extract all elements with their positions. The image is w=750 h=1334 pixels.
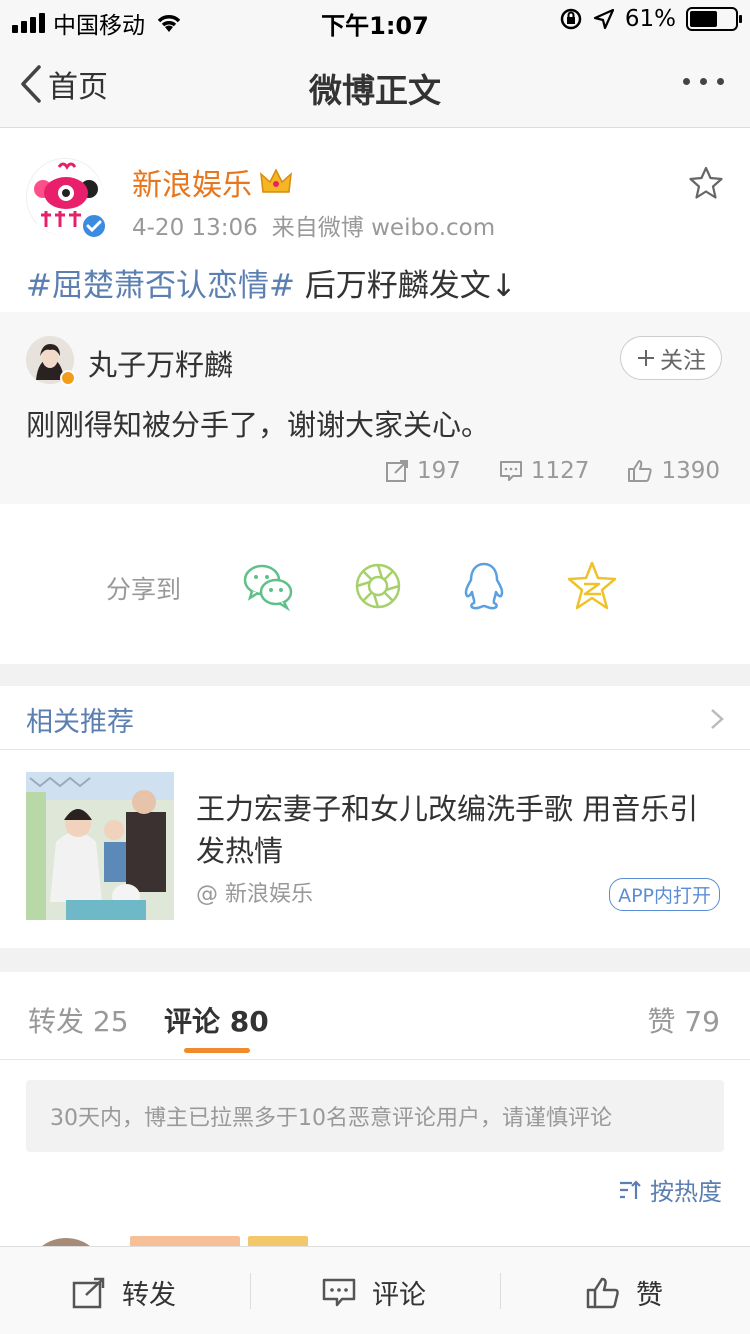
more-dot-icon	[717, 78, 724, 85]
related-article-title[interactable]: 王力宏妻子和女儿改编洗手歌 用音乐引发热情	[196, 788, 726, 872]
retweet-text: 刚刚得知被分手了，谢谢大家关心。	[26, 408, 491, 442]
battery-icon	[686, 7, 742, 31]
active-tab-indicator	[184, 1048, 250, 1053]
tab-comments[interactable]: 评论 80	[164, 1000, 269, 1040]
retweet-author-avatar[interactable]	[26, 336, 76, 386]
bottom-action-bar: 转发 评论 赞	[0, 1246, 750, 1334]
comments-section: 30天内，博主已拉黑多于10名恶意评论用户，请谨慎评论 按热度	[0, 1060, 750, 1318]
verified-v-badge-icon	[60, 370, 76, 386]
comment-icon	[499, 461, 522, 481]
more-dot-icon	[683, 78, 690, 85]
status-bar: 中国移动 下午1:07 61%	[0, 0, 750, 40]
tab-comments-count: 80	[229, 1005, 269, 1038]
wechat-icon[interactable]	[242, 560, 294, 612]
interaction-tabs: 转发 25 评论 80 赞 79	[0, 972, 750, 1060]
sort-icon	[620, 1179, 641, 1199]
qzone-icon[interactable]	[566, 560, 618, 612]
topic-link[interactable]: #屈楚萧否认恋情#	[26, 268, 295, 304]
tab-reposts[interactable]: 转发 25	[28, 1000, 129, 1040]
post-text: #屈楚萧否认恋情# 后万籽麟发文↓	[26, 260, 517, 305]
related-header[interactable]: 相关推荐	[0, 686, 750, 750]
weibo-post: 新浪娱乐 4-20 13:06 来自微博 weibo.com #屈楚萧否认恋情# …	[0, 128, 750, 664]
moments-icon[interactable]	[352, 560, 404, 612]
repost-label: 转发	[122, 1280, 176, 1311]
retweet-comment-count[interactable]: 1127	[499, 458, 590, 484]
chevron-right-icon	[711, 709, 724, 729]
favorite-star-icon[interactable]	[688, 166, 724, 200]
crown-icon	[260, 168, 292, 193]
post-meta: 4-20 13:06 来自微博 weibo.com	[132, 208, 495, 242]
thumbs-up-icon	[586, 1277, 619, 1308]
follow-button[interactable]: 关注	[620, 336, 722, 380]
like-count: 1390	[661, 458, 720, 484]
author-avatar[interactable]	[26, 158, 107, 239]
post-time: 4-20 13:06	[132, 215, 258, 241]
post-body: 后万籽麟发文↓	[294, 268, 517, 304]
tab-comments-label: 评论	[164, 1005, 221, 1038]
repost-icon	[72, 1277, 105, 1308]
tab-likes-count: 79	[684, 1005, 720, 1038]
location-icon	[593, 8, 614, 30]
tab-likes-label: 赞	[647, 1005, 676, 1038]
qq-icon[interactable]	[458, 560, 510, 612]
repost-button[interactable]: 转发	[72, 1273, 176, 1312]
author-name[interactable]: 新浪娱乐	[132, 160, 252, 204]
plus-icon	[638, 350, 654, 366]
related-article-thumbnail[interactable]	[26, 772, 174, 920]
divider	[500, 1273, 501, 1309]
verified-badge-icon	[81, 213, 107, 239]
more-button[interactable]	[683, 78, 724, 85]
retweet-author-name[interactable]: 丸子万籽麟	[88, 342, 233, 384]
comment-notice: 30天内，博主已拉黑多于10名恶意评论用户，请谨慎评论	[26, 1080, 724, 1152]
comment-icon	[322, 1278, 356, 1306]
more-dot-icon	[700, 78, 707, 85]
thumbs-up-icon	[628, 460, 653, 482]
related-header-title: 相关推荐	[26, 707, 134, 738]
share-row: 分享到	[0, 548, 750, 628]
navigation-bar: 首页 微博正文	[0, 40, 750, 128]
post-source: 来自微博 weibo.com	[271, 215, 496, 241]
divider	[250, 1273, 251, 1309]
sort-label: 按热度	[650, 1178, 722, 1206]
repost-count: 197	[417, 458, 461, 484]
related-recommendations: 相关推荐 王力宏妻子和女儿改编洗手歌 用音乐引发热情 @ 新浪娱乐 APP内打开	[0, 686, 750, 948]
battery-percent: 61%	[624, 6, 676, 32]
rotation-lock-icon	[560, 8, 582, 30]
repost-icon	[386, 460, 408, 482]
retweeted-post[interactable]: 丸子万籽麟 关注 刚刚得知被分手了，谢谢大家关心。 197 1127 1390	[0, 312, 750, 504]
comment-button[interactable]: 评论	[322, 1273, 426, 1312]
retweet-stats: 197 1127 1390	[385, 458, 720, 484]
page-title: 微博正文	[309, 71, 441, 110]
like-button[interactable]: 赞	[586, 1273, 663, 1312]
family-photo-thumbnail	[26, 772, 174, 920]
retweet-like-count[interactable]: 1390	[627, 458, 720, 484]
like-label: 赞	[636, 1280, 663, 1311]
retweet-repost-count[interactable]: 197	[385, 458, 461, 484]
tab-likes[interactable]: 赞 79	[647, 1000, 720, 1040]
tab-reposts-count: 25	[92, 1005, 129, 1038]
share-label: 分享到	[106, 575, 182, 604]
tab-reposts-label: 转发	[28, 1005, 85, 1038]
related-article-source: @ 新浪娱乐	[196, 882, 313, 907]
comment-count: 1127	[530, 458, 590, 484]
comment-label: 评论	[372, 1280, 426, 1311]
follow-label: 关注	[660, 348, 706, 374]
sort-button[interactable]: 按热度	[618, 1172, 722, 1207]
open-in-app-button[interactable]: APP内打开	[609, 878, 720, 911]
